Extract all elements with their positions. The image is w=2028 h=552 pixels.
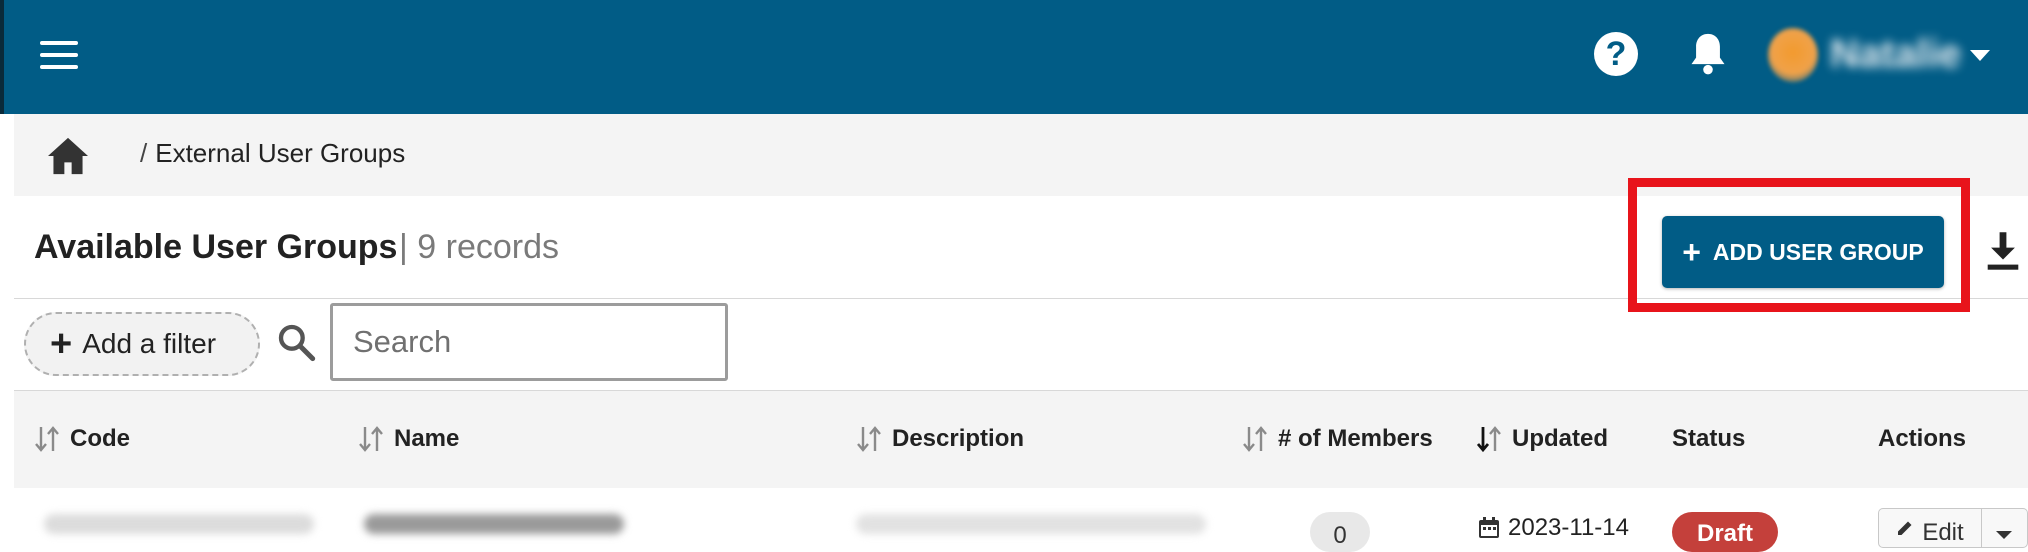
column-label: Name <box>394 425 460 452</box>
code-cell-blurred <box>44 514 314 534</box>
window-edge <box>0 0 4 114</box>
help-icon[interactable]: ? <box>1594 32 1638 76</box>
updated-date: 2023-11-14 <box>1478 514 1629 542</box>
record-count: | 9 records <box>399 228 560 266</box>
breadcrumb-current: / External User Groups <box>140 138 405 169</box>
plus-icon: + <box>1682 234 1701 270</box>
column-header-code[interactable]: Code <box>32 425 130 453</box>
calendar-icon <box>1479 517 1499 538</box>
name-cell-blurred <box>364 514 624 534</box>
members-count-badge: 0 <box>1310 512 1370 552</box>
add-user-group-button[interactable]: + ADD USER GROUP <box>1662 216 1944 288</box>
search-input[interactable] <box>330 303 728 381</box>
status-badge: Draft <box>1672 512 1778 552</box>
notification-bell-icon[interactable] <box>1686 30 1730 78</box>
column-label: Updated <box>1512 425 1608 452</box>
column-label: Code <box>70 425 130 452</box>
home-icon[interactable] <box>46 136 90 176</box>
avatar[interactable] <box>1768 28 1818 82</box>
sort-desc-icon[interactable] <box>1474 425 1504 453</box>
updated-date-text: 2023-11-14 <box>1508 514 1629 541</box>
edit-label: Edit <box>1922 519 1964 546</box>
column-label: Status <box>1672 425 1746 452</box>
sort-icon[interactable] <box>356 425 386 453</box>
add-user-group-label: ADD USER GROUP <box>1712 238 1924 265</box>
sort-icon[interactable] <box>1240 425 1270 453</box>
breadcrumb-separator: / <box>140 138 148 168</box>
column-header-description[interactable]: Description <box>854 425 1024 453</box>
column-header-status: Status <box>1672 425 1745 453</box>
column-label: Actions <box>1878 425 1967 452</box>
column-label: # of Members <box>1278 425 1433 452</box>
column-header-actions: Actions <box>1878 425 1966 453</box>
description-cell-blurred <box>856 514 1206 534</box>
sort-icon[interactable] <box>32 425 62 453</box>
edit-button[interactable]: Edit <box>1878 508 1982 548</box>
column-header-name[interactable]: Name <box>356 425 459 453</box>
add-filter-label: Add a filter <box>82 328 217 359</box>
table-header: Code Name Description # of Members Updat… <box>14 390 2028 490</box>
search-icon[interactable] <box>276 322 316 362</box>
column-header-updated[interactable]: Updated <box>1474 425 1608 453</box>
pencil-icon <box>1898 521 1912 535</box>
breadcrumb-label: External User Groups <box>155 138 406 168</box>
download-icon[interactable] <box>1986 230 2020 272</box>
chevron-down-icon[interactable] <box>1970 50 1990 61</box>
plus-icon: + <box>50 323 73 365</box>
top-navigation-bar: ? Natalie <box>0 0 2028 114</box>
add-filter-button[interactable]: + Add a filter <box>24 312 260 376</box>
edit-dropdown-button[interactable] <box>1982 508 2028 548</box>
sort-icon[interactable] <box>854 425 884 453</box>
page-title: Available User Groups <box>34 228 398 266</box>
hamburger-menu-icon[interactable] <box>40 30 90 80</box>
column-header-members[interactable]: # of Members <box>1240 425 1433 453</box>
column-label: Description <box>892 425 1025 452</box>
user-name[interactable]: Natalie <box>1830 32 1961 77</box>
